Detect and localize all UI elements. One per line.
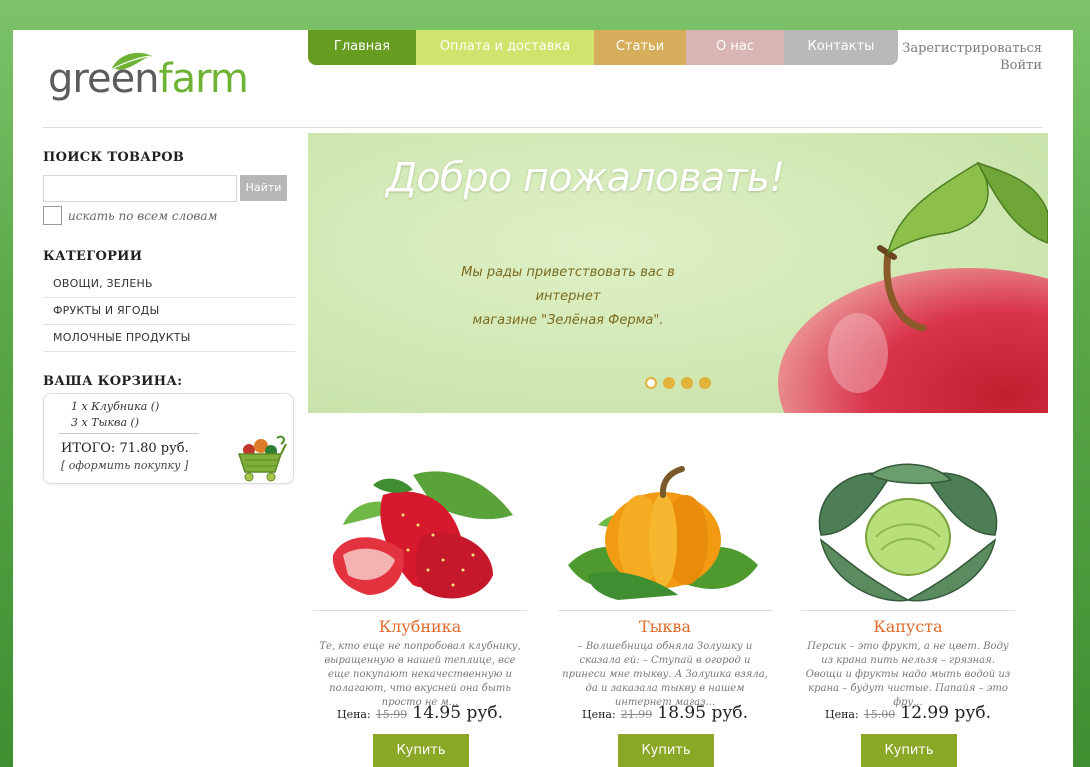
- buy-button[interactable]: Купить: [618, 734, 714, 767]
- header-divider: [43, 127, 1043, 128]
- category-vegetables[interactable]: ОВОЩИ, ЗЕЛЕНЬ: [43, 271, 295, 298]
- nav-payment-delivery[interactable]: Оплата и доставка: [416, 30, 594, 65]
- new-price: 12.99 руб.: [900, 703, 991, 723]
- all-words-checkbox[interactable]: [43, 206, 62, 225]
- slide-dot[interactable]: [699, 377, 711, 389]
- register-link[interactable]: Зарегистрироваться: [902, 40, 1042, 57]
- search-button[interactable]: Найти: [240, 175, 287, 201]
- product-divider: [801, 610, 1015, 611]
- new-price: 14.95 руб.: [412, 703, 503, 723]
- cart-box: 1 x Клубника () 3 x Тыква () ИТОГО: 71.8…: [43, 393, 294, 484]
- cart-total: ИТОГО: 71.80 руб.: [61, 441, 189, 456]
- product-divider: [313, 610, 527, 611]
- slide-dot[interactable]: [645, 377, 657, 389]
- slide-dot[interactable]: [663, 377, 675, 389]
- price-label: Цена:: [337, 708, 371, 721]
- cart-section: ВАША КОРЗИНА: 1 x Клубника () 3 x Тыква …: [43, 374, 295, 484]
- product-title[interactable]: Клубника: [313, 617, 527, 636]
- main-nav: Главная Оплата и доставка Статьи О нас К…: [308, 30, 898, 65]
- price-label: Цена:: [825, 708, 859, 721]
- cart-divider: [59, 433, 199, 434]
- product-title[interactable]: Капуста: [801, 617, 1015, 636]
- product-price: Цена: 15.00 12.99 руб.: [801, 703, 1015, 723]
- pumpkin-image[interactable]: [558, 455, 772, 605]
- buy-button[interactable]: Купить: [373, 734, 469, 767]
- cart-line-item[interactable]: 3 x Тыква (): [71, 416, 139, 429]
- categories-heading: КАТЕГОРИИ: [43, 249, 143, 264]
- category-dairy[interactable]: МОЛОЧНЫЕ ПРОДУКТЫ: [43, 325, 295, 352]
- login-link[interactable]: Войти: [902, 57, 1042, 74]
- old-price: 15.00: [863, 708, 896, 721]
- cart-heading: ВАША КОРЗИНА:: [43, 374, 183, 389]
- banner-subtitle: Мы рады приветствовать вас в интернет ма…: [428, 261, 708, 333]
- price-label: Цена:: [582, 708, 616, 721]
- checkout-link[interactable]: [ оформить покупку ]: [61, 459, 188, 472]
- banner-subtitle-line: Мы рады приветствовать вас в интернет: [461, 265, 675, 304]
- product-description: Персик – это фрукт, а не цвет. Воду из к…: [805, 641, 1011, 708]
- buy-button[interactable]: Купить: [861, 734, 957, 767]
- nav-contacts[interactable]: Контакты: [784, 30, 898, 65]
- product-description: Те, кто еще не попробовал клубнику, выра…: [319, 641, 521, 708]
- welcome-banner: Добро пожаловать! Мы рады приветствовать…: [308, 133, 1048, 413]
- search-section: ПОИСК ТОВАРОВ Найти искать по всем слова…: [43, 150, 295, 225]
- cabbage-image[interactable]: [801, 455, 1015, 605]
- product-price: Цена: 15.99 14.95 руб.: [313, 703, 527, 723]
- product-title[interactable]: Тыква: [558, 617, 772, 636]
- shopping-cart-icon: [237, 435, 287, 482]
- banner-title: Добро пожаловать!: [386, 155, 785, 201]
- product-description: – Волшебница обняла Золушку и сказала ей…: [562, 641, 768, 708]
- product-divider: [558, 610, 772, 611]
- category-fruits[interactable]: ФРУКТЫ И ЯГОДЫ: [43, 298, 295, 325]
- nav-about[interactable]: О нас: [686, 30, 784, 65]
- nav-articles[interactable]: Статьи: [594, 30, 686, 65]
- strawberry-image[interactable]: [313, 455, 527, 605]
- slider-dots: [645, 377, 711, 389]
- logo-text: greenfarm: [48, 54, 249, 104]
- logo-word-green: green: [48, 56, 160, 102]
- new-price: 18.95 руб.: [657, 703, 748, 723]
- old-price: 15.99: [375, 708, 408, 721]
- product-price: Цена: 21.99 18.95 руб.: [558, 703, 772, 723]
- old-price: 21.99: [620, 708, 653, 721]
- search-heading: ПОИСК ТОВАРОВ: [43, 150, 185, 165]
- categories-section: КАТЕГОРИИ ОВОЩИ, ЗЕЛЕНЬ ФРУКТЫ И ЯГОДЫ М…: [43, 249, 295, 352]
- nav-home[interactable]: Главная: [308, 30, 416, 65]
- apple-image: [778, 161, 1048, 413]
- sidebar: ПОИСК ТОВАРОВ Найти искать по всем слова…: [43, 150, 295, 484]
- cart-line-item[interactable]: 1 x Клубника (): [71, 400, 159, 413]
- all-words-label: искать по всем словам: [68, 208, 218, 223]
- slide-dot[interactable]: [681, 377, 693, 389]
- search-input[interactable]: [43, 175, 237, 202]
- page: greenfarm Главная Оплата и доставка Стат…: [13, 30, 1073, 767]
- banner-subtitle-line: магазине "Зелёная Ферма".: [472, 313, 664, 328]
- auth-links: Зарегистрироваться Войти: [902, 40, 1042, 74]
- logo-word-farm: farm: [158, 56, 249, 102]
- logo[interactable]: greenfarm: [48, 50, 258, 110]
